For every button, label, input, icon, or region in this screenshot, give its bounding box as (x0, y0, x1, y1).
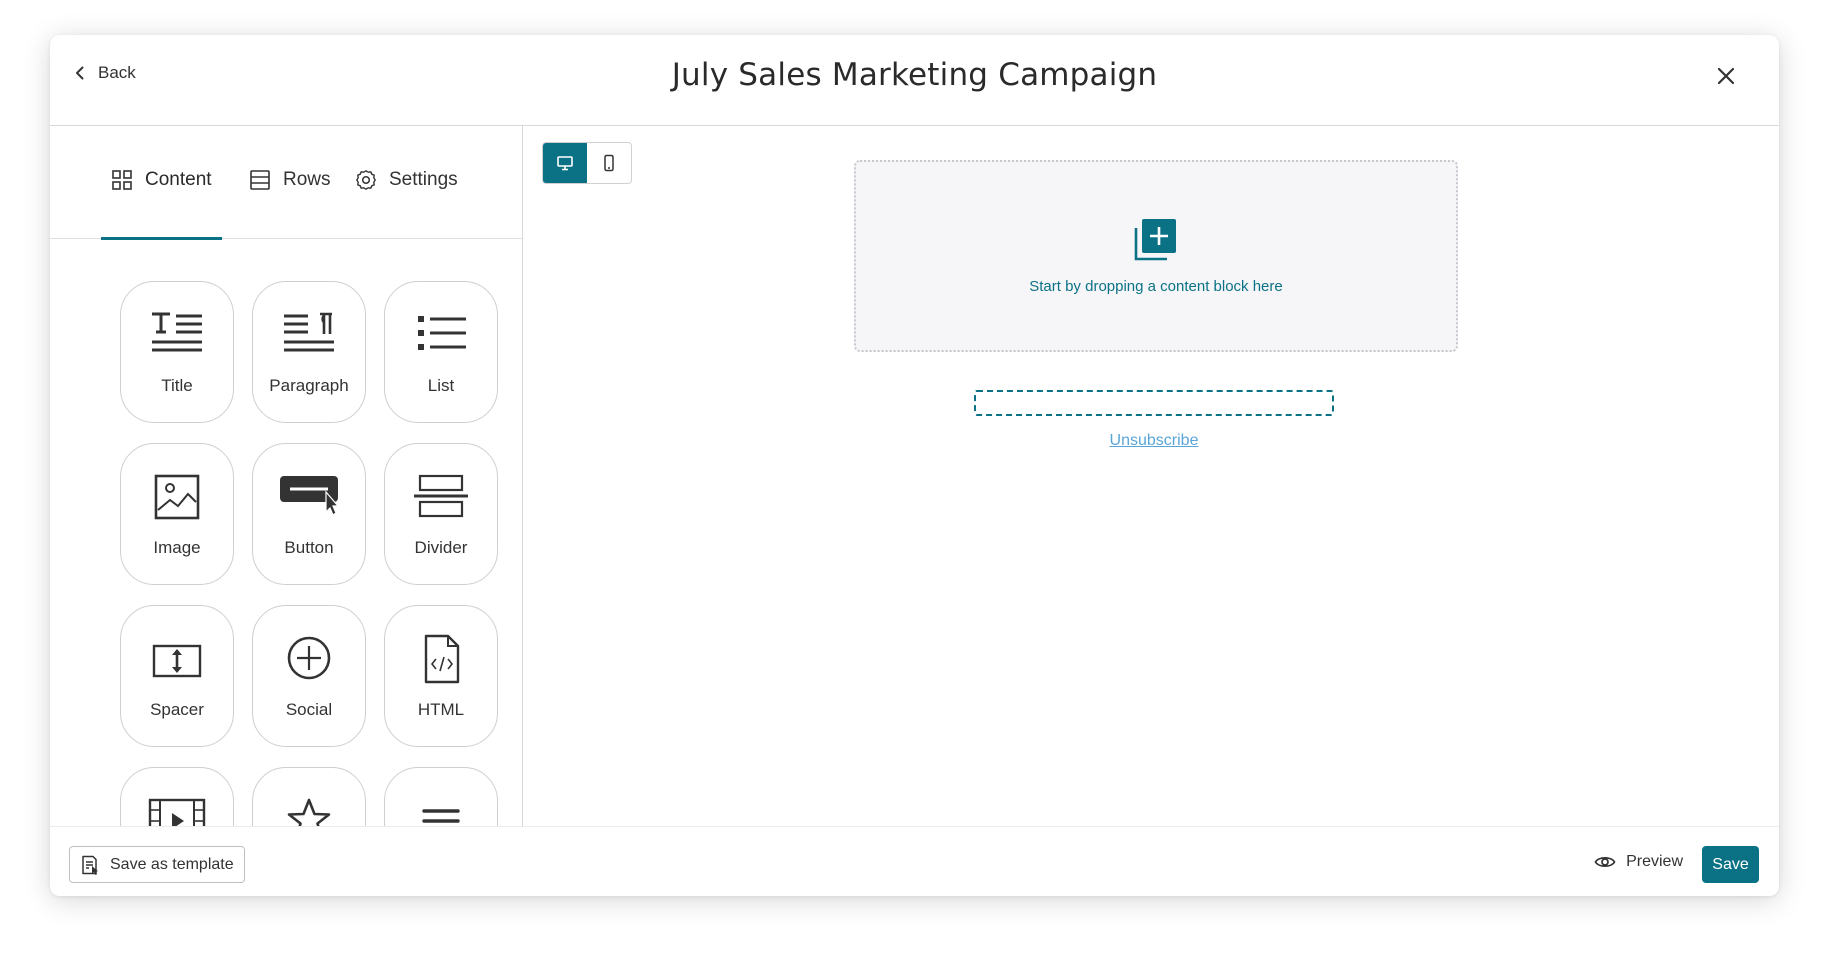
content-block-grid: Title Paragraph List Image Button Divide… (120, 281, 498, 826)
html-icon (412, 634, 470, 686)
preview-button[interactable]: Preview (1594, 851, 1683, 873)
button-icon (280, 472, 338, 524)
desktop-icon (557, 156, 573, 171)
close-icon (1717, 67, 1735, 85)
tab-rows-label: Rows (283, 169, 331, 190)
divider-icon (412, 472, 470, 524)
block-button-label: Button (284, 538, 334, 557)
header: Back July Sales Marketing Campaign (50, 35, 1779, 126)
dropzone-text: Start by dropping a content block here (1029, 278, 1283, 295)
template-icon (82, 855, 98, 875)
add-block-icon (1134, 219, 1176, 261)
block-title[interactable]: Title (120, 281, 234, 423)
block-html[interactable]: HTML (384, 605, 498, 747)
block-video[interactable] (120, 767, 234, 826)
tab-content[interactable]: Content (101, 166, 222, 240)
gear-icon (356, 170, 376, 190)
block-button[interactable]: Button (252, 443, 366, 585)
rows-icon (250, 170, 270, 190)
save-as-template-label: Save as template (110, 855, 234, 873)
device-toggle (542, 142, 632, 184)
footer-placeholder[interactable] (974, 390, 1334, 416)
list-icon (412, 310, 470, 362)
block-spacer[interactable]: Spacer (120, 605, 234, 747)
tab-content-label: Content (145, 169, 212, 190)
save-button[interactable]: Save (1702, 846, 1759, 883)
image-icon (148, 472, 206, 524)
block-paragraph-label: Paragraph (269, 376, 349, 395)
close-button[interactable] (1715, 65, 1737, 87)
social-icon (280, 634, 338, 686)
email-editor-window: Back July Sales Marketing Campaign Conte… (50, 35, 1779, 896)
title-icon (148, 310, 206, 362)
video-icon (148, 796, 206, 826)
block-title-label: Title (161, 376, 193, 395)
block-menu[interactable] (384, 767, 498, 826)
block-social-label: Social (285, 700, 333, 719)
desktop-view-button[interactable] (543, 143, 587, 183)
mobile-icon (604, 154, 614, 172)
spacer-icon (148, 634, 206, 686)
block-divider[interactable]: Divider (384, 443, 498, 585)
save-as-template-button[interactable]: Save as template (69, 846, 245, 883)
block-paragraph[interactable]: Paragraph (252, 281, 366, 423)
block-image-label: Image (153, 538, 201, 557)
tab-rows[interactable]: Rows (249, 166, 331, 239)
content-dropzone[interactable]: Start by dropping a content block here (854, 160, 1458, 352)
tab-settings[interactable]: Settings (355, 166, 458, 239)
star-icon (280, 796, 338, 826)
tab-settings-label: Settings (389, 169, 458, 190)
mobile-view-button[interactable] (587, 143, 631, 183)
block-spacer-label: Spacer (150, 700, 204, 719)
eye-icon (1594, 857, 1616, 867)
grid-icon (112, 170, 132, 190)
footer-bar: Save as template Preview Save (50, 826, 1779, 896)
sidebar-tabs: Content Rows Settings (50, 126, 522, 240)
block-image[interactable]: Image (120, 443, 234, 585)
paragraph-icon (280, 310, 338, 362)
menu-icon (412, 796, 470, 826)
preview-label: Preview (1626, 853, 1683, 870)
sidebar: Content Rows Settings Title Paragraph Li… (50, 126, 523, 826)
block-list[interactable]: List (384, 281, 498, 423)
editor-canvas: Start by dropping a content block here U… (524, 126, 1779, 826)
block-social[interactable]: Social (252, 605, 366, 747)
block-html-label: HTML (417, 700, 465, 719)
block-icons[interactable] (252, 767, 366, 826)
block-list-label: List (427, 376, 455, 395)
page-title: July Sales Marketing Campaign (671, 57, 1158, 93)
block-divider-label: Divider (414, 538, 468, 557)
unsubscribe-link[interactable]: Unsubscribe (974, 432, 1334, 450)
